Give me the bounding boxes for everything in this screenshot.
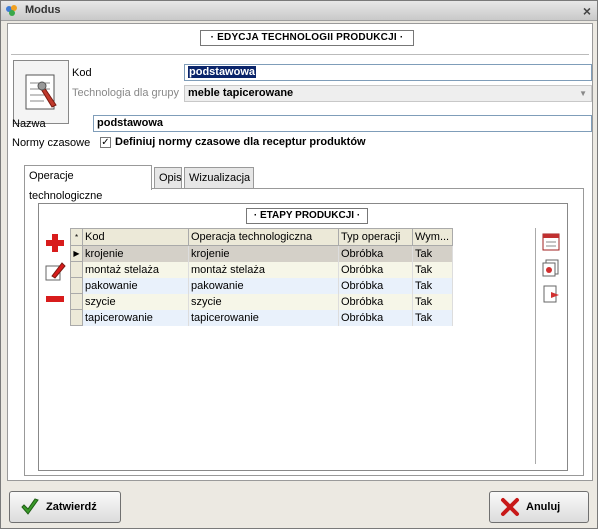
- add-icon[interactable]: [44, 232, 66, 254]
- cell-typ: Obróbka: [338, 277, 413, 294]
- divider: [11, 54, 589, 55]
- row-indicator: [70, 293, 83, 310]
- window-title: Modus: [25, 4, 61, 16]
- left-toolbar: [41, 228, 69, 464]
- grid-header-row: * Kod Operacja technologiczna Typ operac…: [70, 228, 453, 246]
- cell-wym: Tak: [412, 245, 453, 262]
- cell-operacja: szycie: [188, 293, 339, 310]
- modus-app-icon: [6, 5, 17, 16]
- col-operacja[interactable]: Operacja technologiczna: [188, 228, 339, 246]
- table-row[interactable]: montaż stelaża montaż stelaża Obróbka Ta…: [70, 261, 453, 278]
- form-view-icon[interactable]: [541, 232, 561, 252]
- table-row[interactable]: tapicerowanie tapicerowanie Obróbka Tak: [70, 309, 453, 326]
- right-toolbar: [535, 228, 565, 464]
- cell-wym: Tak: [412, 277, 453, 294]
- kod-value: podstawowa: [188, 66, 257, 78]
- tech-group-label: Technologia dla grupy: [72, 87, 180, 99]
- grid-corner: *: [70, 228, 83, 246]
- row-indicator: [70, 309, 83, 326]
- tech-group-select[interactable]: meble tapicerowane ▼: [184, 85, 592, 102]
- normy-checkbox-label: Definiuj normy czasowe dla receptur prod…: [115, 136, 366, 148]
- kod-label: Kod: [72, 67, 92, 79]
- cell-wym: Tak: [412, 261, 453, 278]
- cell-typ: Obróbka: [338, 261, 413, 278]
- etapy-grid: * Kod Operacja technologiczna Typ operac…: [70, 228, 456, 326]
- etapy-title: · ETAPY PRODUKCJI ·: [246, 208, 368, 224]
- table-row[interactable]: ▶ krojenie krojenie Obróbka Tak: [70, 245, 453, 262]
- cell-kod: szycie: [82, 293, 189, 310]
- etapy-panel: · ETAPY PRODUKCJI · * Kod Operacja techn…: [38, 203, 568, 471]
- confirm-label: Zatwierdź: [46, 501, 97, 513]
- cell-wym: Tak: [412, 293, 453, 310]
- tech-group-value: meble tapicerowane: [188, 87, 294, 99]
- cell-kod: krojenie: [82, 245, 189, 262]
- cell-kod: tapicerowanie: [82, 309, 189, 326]
- cell-operacja: pakowanie: [188, 277, 339, 294]
- cell-typ: Obróbka: [338, 245, 413, 262]
- row-indicator: ▶: [70, 245, 83, 262]
- col-typ[interactable]: Typ operacji: [338, 228, 413, 246]
- export-document-icon[interactable]: [541, 284, 561, 304]
- row-indicator: [70, 261, 83, 278]
- edit-icon[interactable]: [44, 260, 66, 282]
- row-indicator: [70, 277, 83, 294]
- cell-operacja: tapicerowanie: [188, 309, 339, 326]
- cell-typ: Obróbka: [338, 309, 413, 326]
- col-wym[interactable]: Wym...: [412, 228, 453, 246]
- cancel-label: Anuluj: [526, 501, 561, 513]
- chevron-down-icon: ▼: [579, 89, 587, 98]
- dialog-window: Modus × · EDYCJA TECHNOLOGII PRODUKCJI ·…: [0, 0, 598, 529]
- table-row[interactable]: pakowanie pakowanie Obróbka Tak: [70, 277, 453, 294]
- cell-kod: montaż stelaża: [82, 261, 189, 278]
- tab-operacje[interactable]: Operacje technologiczne: [24, 165, 152, 202]
- copy-documents-icon[interactable]: [541, 258, 561, 278]
- confirm-button[interactable]: Zatwierdź: [9, 491, 121, 523]
- normy-label: Normy czasowe: [12, 137, 91, 149]
- cell-wym: Tak: [412, 309, 453, 326]
- main-content: · EDYCJA TECHNOLOGII PRODUKCJI · Kod pod…: [7, 23, 593, 481]
- nazwa-field[interactable]: podstawowa: [93, 115, 592, 132]
- title-bar: Modus ×: [1, 1, 597, 21]
- technology-icon-box: [13, 60, 69, 124]
- tab-wizualizacja[interactable]: Wizualizacja: [184, 167, 254, 189]
- checkmark-icon: [21, 498, 39, 515]
- close-button[interactable]: ×: [583, 3, 591, 19]
- cancel-x-icon: [501, 498, 519, 516]
- tab-opis[interactable]: Opis: [154, 167, 182, 189]
- cell-typ: Obróbka: [338, 293, 413, 310]
- cell-kod: pakowanie: [82, 277, 189, 294]
- cancel-button[interactable]: Anuluj: [489, 491, 589, 523]
- table-row[interactable]: szycie szycie Obróbka Tak: [70, 293, 453, 310]
- kod-field[interactable]: podstawowa: [184, 64, 592, 81]
- remove-icon[interactable]: [44, 288, 66, 310]
- technology-icon: [25, 74, 57, 110]
- nazwa-label: Nazwa: [12, 118, 46, 130]
- tab-panel-operacje: · ETAPY PRODUKCJI · * Kod Operacja techn…: [24, 188, 584, 476]
- page-title: · EDYCJA TECHNOLOGII PRODUKCJI ·: [200, 30, 414, 46]
- normy-checkbox[interactable]: ✓: [100, 137, 111, 148]
- cell-operacja: montaż stelaża: [188, 261, 339, 278]
- col-kod[interactable]: Kod: [82, 228, 189, 246]
- cell-operacja: krojenie: [188, 245, 339, 262]
